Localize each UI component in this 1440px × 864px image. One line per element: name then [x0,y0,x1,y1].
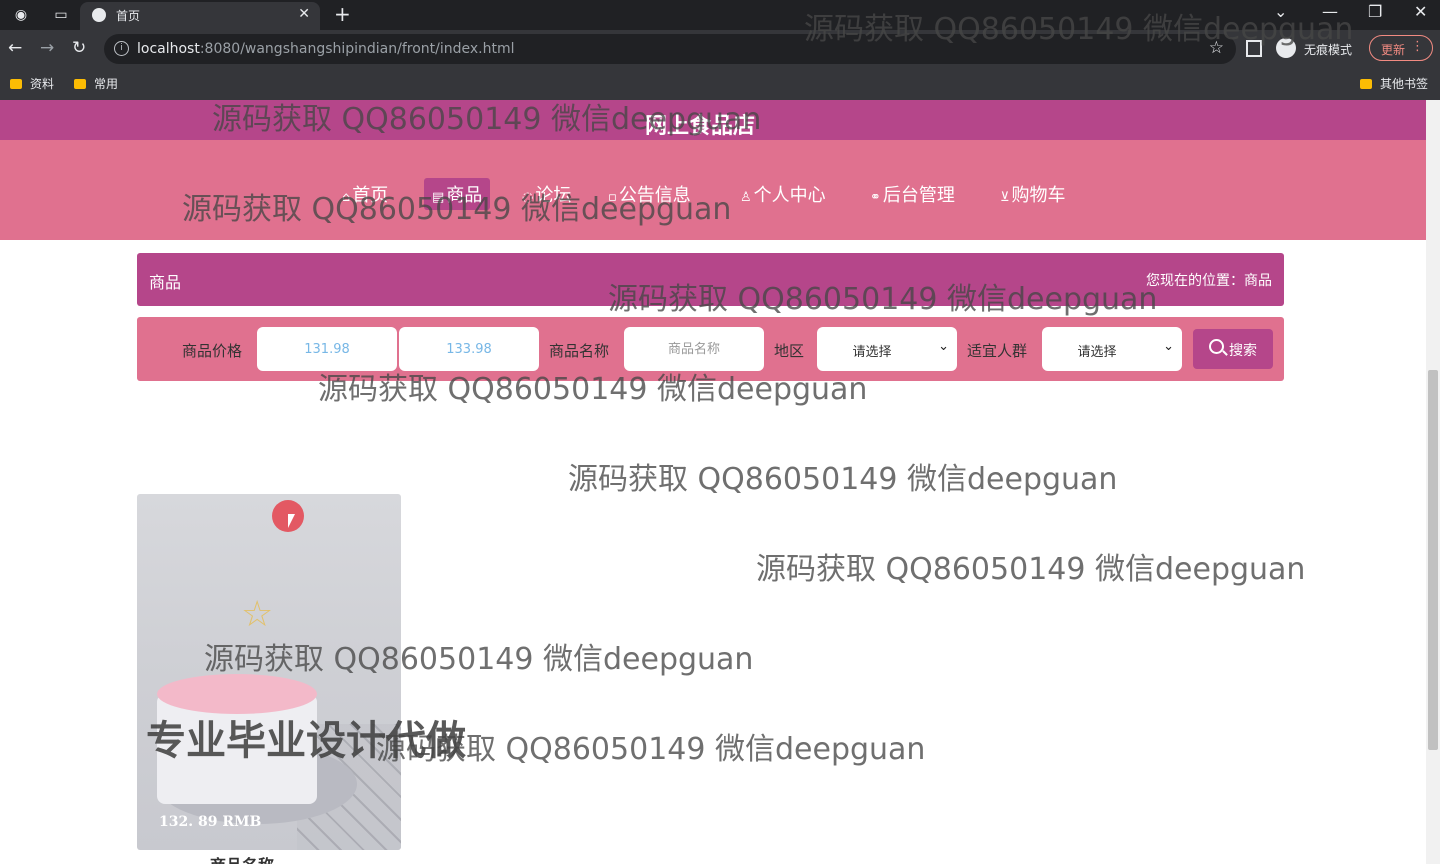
back-icon[interactable]: ← [8,38,22,58]
bookmark-label: 常用 [94,77,119,91]
nav-label: 个人中心 [753,185,826,206]
star-topper-icon: ☆ [241,594,274,635]
region-select-value: 请选择 [852,345,892,360]
search-button[interactable]: 搜索 [1193,329,1273,369]
watermark: 源码获取 QQ86050149 微信deepguan [318,372,868,407]
region-label: 地区 [774,342,805,360]
user-icon: ♙ [740,190,752,205]
watermark: 源码获取 QQ86050149 微信deepguan [568,462,1118,497]
section-title: 商品 [149,273,182,292]
watermark: 源码获取 QQ86050149 微信deepguan [804,12,1354,47]
bookmark-label: 资料 [30,77,55,91]
product-name[interactable]: 商品名称 [210,852,274,864]
info-icon[interactable]: i [114,41,129,56]
bookmark-folder[interactable]: 常用 [74,75,118,92]
chevron-down-icon: ⌄ [1163,339,1174,354]
other-bookmarks-label: 其他书签 [1380,77,1429,91]
update-button[interactable]: 更新 ⋮ [1369,35,1433,61]
nav-item-cart[interactable]: ⊻ 购物车 [992,178,1074,210]
watermark: 源码获取 QQ86050149 微信deepguan [212,102,762,137]
crowd-select-value: 请选择 [1077,345,1117,360]
tab-search-icon[interactable]: ▭ [50,4,72,26]
tab-title: 首页 [116,9,141,23]
crowd-label: 适宜人群 [967,342,1028,360]
link-icon: ⚭ [870,190,881,205]
chrome-icon[interactable]: ◉ [10,4,32,26]
globe-icon [92,8,106,22]
menu-dots-icon: ⋮ [1411,39,1424,54]
nav-label: 后台管理 [882,185,955,206]
watermark: 源码获取 QQ86050149 微信deepguan [376,732,926,767]
nav-item-user-center[interactable]: ♙ 个人中心 [732,178,834,210]
search-button-label: 搜索 [1229,343,1257,359]
mouse-cursor-icon [288,514,295,528]
folder-icon [10,79,22,89]
reload-icon[interactable]: ↻ [72,38,86,58]
watermark: 源码获取 QQ86050149 微信deepguan [756,552,1306,587]
cart-icon: ⊻ [1000,190,1010,205]
price-label: 商品价格 [182,342,243,360]
browser-tab[interactable]: 首页 ✕ [80,2,320,30]
search-icon [1209,339,1224,354]
other-bookmarks[interactable]: 其他书签 [1360,75,1428,92]
product-price: 132. 89 RMB [159,814,262,830]
breadcrumb-location: 您现在的位置：商品 [1146,273,1272,289]
url-text: localhost:8080/wangshangshipindian/front… [137,41,515,57]
forward-icon[interactable]: → [40,38,54,58]
folder-icon [74,79,86,89]
watermark: 源码获取 QQ86050149 微信deepguan [182,192,732,227]
scrollbar-thumb[interactable] [1428,370,1438,750]
window-close-icon[interactable]: ✕ [1414,2,1427,21]
bookmark-folder[interactable]: 资料 [10,75,54,92]
update-label: 更新 [1381,43,1406,57]
page-scrollbar[interactable] [1426,100,1440,864]
nav-label: 购物车 [1011,185,1066,206]
crowd-select[interactable]: 请选择 ⌄ [1042,327,1182,371]
name-label: 商品名称 [549,342,610,360]
chevron-down-icon: ⌄ [938,339,949,354]
folder-icon [1360,79,1372,89]
watermark: 源码获取 QQ86050149 微信deepguan [204,642,754,677]
restore-icon[interactable]: ❐ [1368,2,1382,21]
watermark: 源码获取 QQ86050149 微信deepguan [608,282,1158,317]
close-icon[interactable]: ✕ [298,6,310,22]
new-tab-icon[interactable]: + [334,2,351,26]
nav-item-admin[interactable]: ⚭ 后台管理 [862,178,963,210]
